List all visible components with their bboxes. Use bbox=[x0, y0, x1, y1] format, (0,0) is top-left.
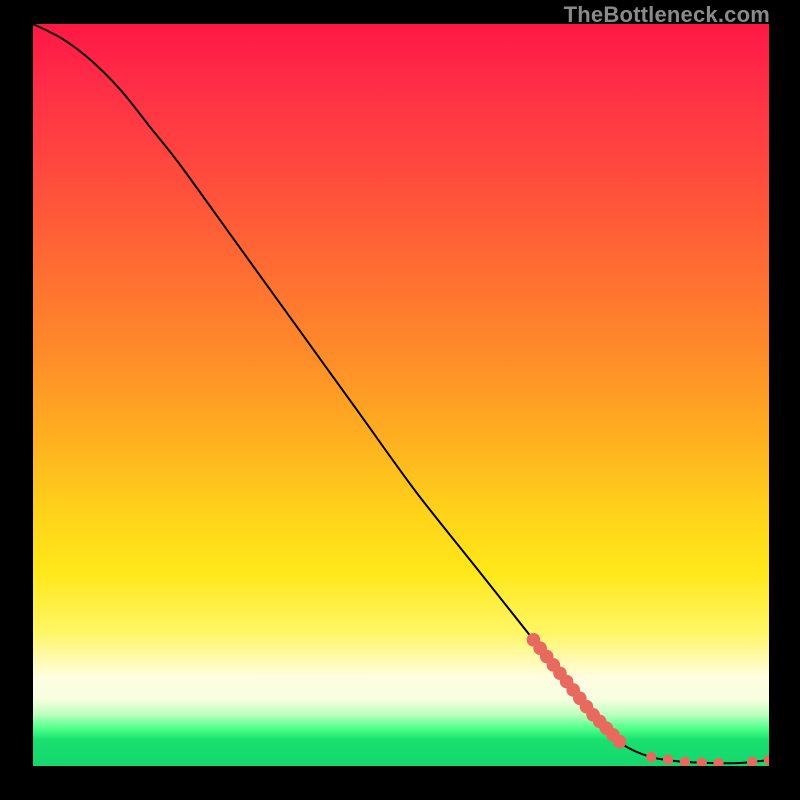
data-marker bbox=[680, 757, 690, 766]
data-marker bbox=[613, 735, 627, 749]
data-marker bbox=[533, 641, 547, 655]
curve-line bbox=[33, 24, 769, 763]
data-marker bbox=[527, 633, 541, 647]
data-marker bbox=[586, 708, 600, 722]
data-marker bbox=[747, 757, 757, 766]
data-marker bbox=[580, 700, 594, 714]
data-marker bbox=[547, 658, 561, 672]
chart-stage: TheBottleneck.com bbox=[0, 0, 800, 800]
data-marker bbox=[713, 758, 723, 766]
data-marker bbox=[540, 650, 554, 664]
data-marker bbox=[697, 757, 707, 766]
data-marker bbox=[593, 715, 607, 729]
data-marker bbox=[663, 754, 673, 764]
data-marker bbox=[646, 752, 656, 762]
plot-area bbox=[33, 24, 769, 766]
data-marker bbox=[600, 721, 614, 735]
data-marker bbox=[573, 691, 587, 705]
data-marker bbox=[566, 683, 580, 697]
data-marker bbox=[606, 728, 620, 742]
chart-svg bbox=[33, 24, 769, 766]
data-marker bbox=[764, 755, 769, 765]
data-marker bbox=[560, 675, 574, 689]
data-marker bbox=[553, 666, 567, 680]
data-marker bbox=[764, 755, 769, 765]
